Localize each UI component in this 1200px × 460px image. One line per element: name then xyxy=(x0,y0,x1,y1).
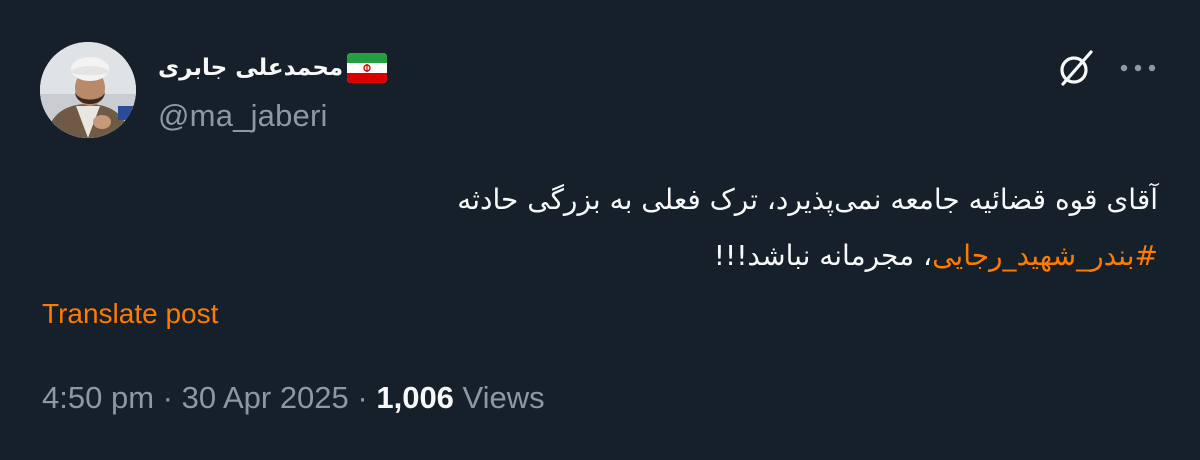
profile-photo-icon xyxy=(40,42,136,138)
views-count[interactable]: 1,006 xyxy=(376,380,454,415)
grok-icon[interactable] xyxy=(1054,46,1098,90)
meta-separator: · xyxy=(154,380,182,415)
author-name-row[interactable]: محمدعلی جابری xyxy=(158,50,388,86)
iran-flag-icon xyxy=(347,53,388,83)
more-options-icon[interactable] xyxy=(1116,54,1160,82)
post-time[interactable]: 4:50 pm xyxy=(42,380,154,415)
author-handle[interactable]: @ma_jaberi xyxy=(158,98,328,134)
post-meta: 4:50 pm · 30 Apr 2025 · 1,006 Views xyxy=(42,380,545,416)
post-date[interactable]: 30 Apr 2025 xyxy=(182,380,349,415)
views-label[interactable]: Views xyxy=(454,380,545,415)
avatar[interactable] xyxy=(40,42,136,138)
meta-separator: · xyxy=(348,380,377,415)
post-text-line-2: #بندر_شهید_رجایی، مجرمانه نباشد!!! xyxy=(158,228,1158,284)
translate-post-link[interactable]: Translate post xyxy=(42,298,218,330)
post-text-line-1: آقای قوه قضائیه جامعه نمی‌پذیرد، ترک فعل… xyxy=(457,183,1158,216)
post-text: آقای قوه قضائیه جامعه نمی‌پذیرد، ترک فعل… xyxy=(158,172,1158,284)
author-display-name[interactable]: محمدعلی جابری xyxy=(158,55,343,81)
hashtag-link[interactable]: #بندر_شهید_رجایی xyxy=(932,239,1158,272)
post-card: محمدعلی جابری @ma_jaberi آقای قوه قضائیه… xyxy=(0,0,1200,460)
post-text-line-2-rest: ، مجرمانه نباشد!!! xyxy=(713,239,933,272)
